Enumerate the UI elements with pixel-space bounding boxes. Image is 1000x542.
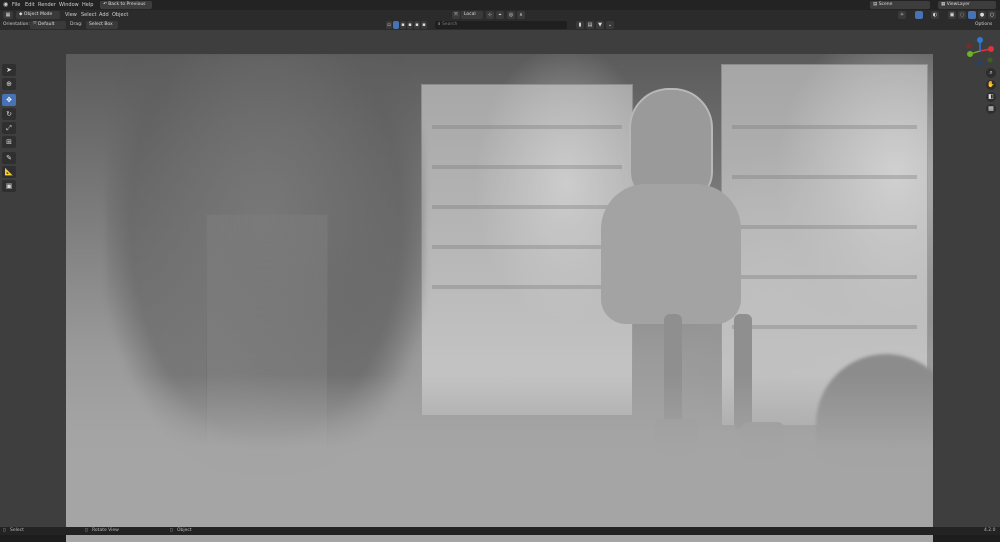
mode-label: Object Mode <box>23 12 53 17</box>
neg-z-axis-handle[interactable] <box>977 60 983 66</box>
neg-x-axis-handle[interactable] <box>966 43 972 49</box>
neg-y-axis-handle[interactable] <box>987 57 993 63</box>
solid-shading-icon[interactable] <box>968 11 976 19</box>
status-select: Select <box>10 528 24 533</box>
select-extend-icon[interactable]: ▪ <box>400 21 406 29</box>
grid-icon[interactable]: ▦ <box>986 104 996 114</box>
mode-selector[interactable]: ◆ Object Mode <box>16 11 60 19</box>
select-invert-icon[interactable]: ▪ <box>414 21 420 29</box>
select-subtract-icon[interactable]: ▪ <box>407 21 413 29</box>
bookmark-icon[interactable]: ▮ <box>576 21 584 29</box>
zoom-icon[interactable]: ⌕ <box>986 68 996 78</box>
menu-window[interactable]: Window <box>59 1 79 9</box>
gizmo-toggle-icon[interactable] <box>915 11 923 19</box>
orientation-value: Default <box>38 22 55 27</box>
view-layer-selector[interactable]: ▦ ViewLayer <box>938 1 996 9</box>
drawer-line <box>732 125 917 129</box>
material-shading-icon[interactable]: ● <box>978 11 986 19</box>
orientation-dropdown[interactable]: ⤧ Default <box>30 21 66 29</box>
menu-edit[interactable]: Edit <box>25 1 35 9</box>
view-layer-label: ViewLayer <box>946 2 970 7</box>
viewport-header: ▦ ◆ Object Mode View Select Add Object ⤧… <box>0 10 1000 20</box>
select-mode-icon[interactable]: ▫ <box>386 21 392 29</box>
snap-target-icon[interactable]: ⌖ <box>496 11 504 19</box>
scale-icon[interactable]: ⤢ <box>2 122 16 134</box>
x-axis-handle[interactable] <box>988 46 994 52</box>
top-menu-bar: ◉ File Edit Render Window Help ↶ Back to… <box>0 0 1000 10</box>
drawer-line <box>732 225 917 229</box>
camera-icon[interactable]: ◧ <box>986 92 996 102</box>
hooded-character-body <box>601 184 741 324</box>
drawer-line <box>732 175 917 179</box>
status-object: Object <box>177 528 192 533</box>
y-axis-handle[interactable] <box>967 51 973 57</box>
select-intersect-icon[interactable]: ▪ <box>421 21 427 29</box>
mouse-middle-icon: ▯ <box>85 528 88 533</box>
status-bar: ▯ Select ▯ Rotate View ▯ Object 4.2.0 <box>0 527 1000 535</box>
drawer-line <box>732 325 917 329</box>
drawer-line <box>432 205 622 209</box>
back-to-previous-label: Back to Previous <box>108 2 146 7</box>
cursor-3d-icon[interactable]: ⊕ <box>2 78 16 90</box>
select-box-icon[interactable] <box>393 21 399 29</box>
tool-settings-bar: Orientation: ⤧ Default Drag: Select Box … <box>0 20 1000 30</box>
3d-viewport[interactable]: ➤ ⊕ ✥ ↻ ⤢ ⊞ ✎ 📐 ▣ ⌕ ✋ ◧ ▦ <box>0 30 1000 542</box>
blender-logo-icon[interactable]: ◉ <box>3 1 8 9</box>
menu-object[interactable]: Object <box>112 11 128 19</box>
chevron-down-icon[interactable]: ⌄ <box>606 21 614 29</box>
z-axis-handle[interactable] <box>977 37 983 43</box>
status-rotate-view: Rotate View <box>92 528 119 533</box>
xray-icon[interactable]: ▣ <box>948 11 956 19</box>
add-cube-icon[interactable]: ▣ <box>2 180 16 192</box>
search-placeholder: Search <box>441 22 458 27</box>
move-icon[interactable]: ✥ <box>2 94 16 106</box>
filter-icon[interactable]: ▼ <box>596 21 604 29</box>
scene-render[interactable] <box>66 54 933 542</box>
layout-icon[interactable]: ▤ <box>586 21 594 29</box>
menu-view[interactable]: View <box>65 11 77 19</box>
scene-label: Scene <box>878 2 893 7</box>
wireframe-shading-icon[interactable]: ◌ <box>958 11 966 19</box>
drawer-line <box>432 125 622 129</box>
overlay-icon[interactable]: ◐ <box>931 11 939 19</box>
rotate-icon[interactable]: ↻ <box>2 108 16 120</box>
visibility-icon[interactable]: ✧ <box>898 11 906 19</box>
measure-icon[interactable]: 📐 <box>2 166 16 178</box>
navigation-gizmo[interactable] <box>963 36 997 66</box>
menu-add[interactable]: Add <box>99 11 109 19</box>
drawer-line <box>432 285 622 289</box>
scene-selector[interactable]: ▤ Scene <box>870 1 930 9</box>
orientation-selector[interactable]: Local <box>461 11 483 19</box>
editor-type-icon[interactable]: ▦ <box>3 11 13 19</box>
drawer-line <box>732 275 917 279</box>
menu-file[interactable]: File <box>12 1 20 9</box>
pan-hand-icon[interactable]: ✋ <box>986 80 996 90</box>
ground-fog <box>66 374 933 542</box>
transform-icon[interactable]: ⊞ <box>2 136 16 148</box>
menu-render[interactable]: Render <box>38 1 56 9</box>
falloff-icon[interactable]: ∧ <box>517 11 525 19</box>
menu-help[interactable]: Help <box>82 1 93 9</box>
drag-label: Drag: <box>70 22 83 27</box>
rendered-shading-icon[interactable]: ○ <box>988 11 996 19</box>
mouse-right-icon: ▯ <box>170 528 173 533</box>
menu-select[interactable]: Select <box>81 11 96 19</box>
mouse-left-icon: ▯ <box>3 528 6 533</box>
snap-icon[interactable]: ⊹ <box>486 11 494 19</box>
select-cursor-icon[interactable]: ➤ <box>2 64 16 76</box>
drawer-line <box>432 165 622 169</box>
options-menu[interactable]: Options <box>975 21 992 29</box>
proportional-editing-icon[interactable]: ◎ <box>507 11 515 19</box>
search-field[interactable]: ⌕ Search <box>435 21 567 29</box>
back-to-previous-button[interactable]: ↶ Back to Previous <box>100 1 152 9</box>
annotate-icon[interactable]: ✎ <box>2 152 16 164</box>
orientation-label: Orientation: <box>3 22 30 27</box>
drag-dropdown[interactable]: Select Box <box>86 21 118 29</box>
transform-pivot-icon[interactable]: ⤧ <box>452 11 460 19</box>
drawer-line <box>432 245 622 249</box>
version-label: 4.2.0 <box>984 528 996 533</box>
